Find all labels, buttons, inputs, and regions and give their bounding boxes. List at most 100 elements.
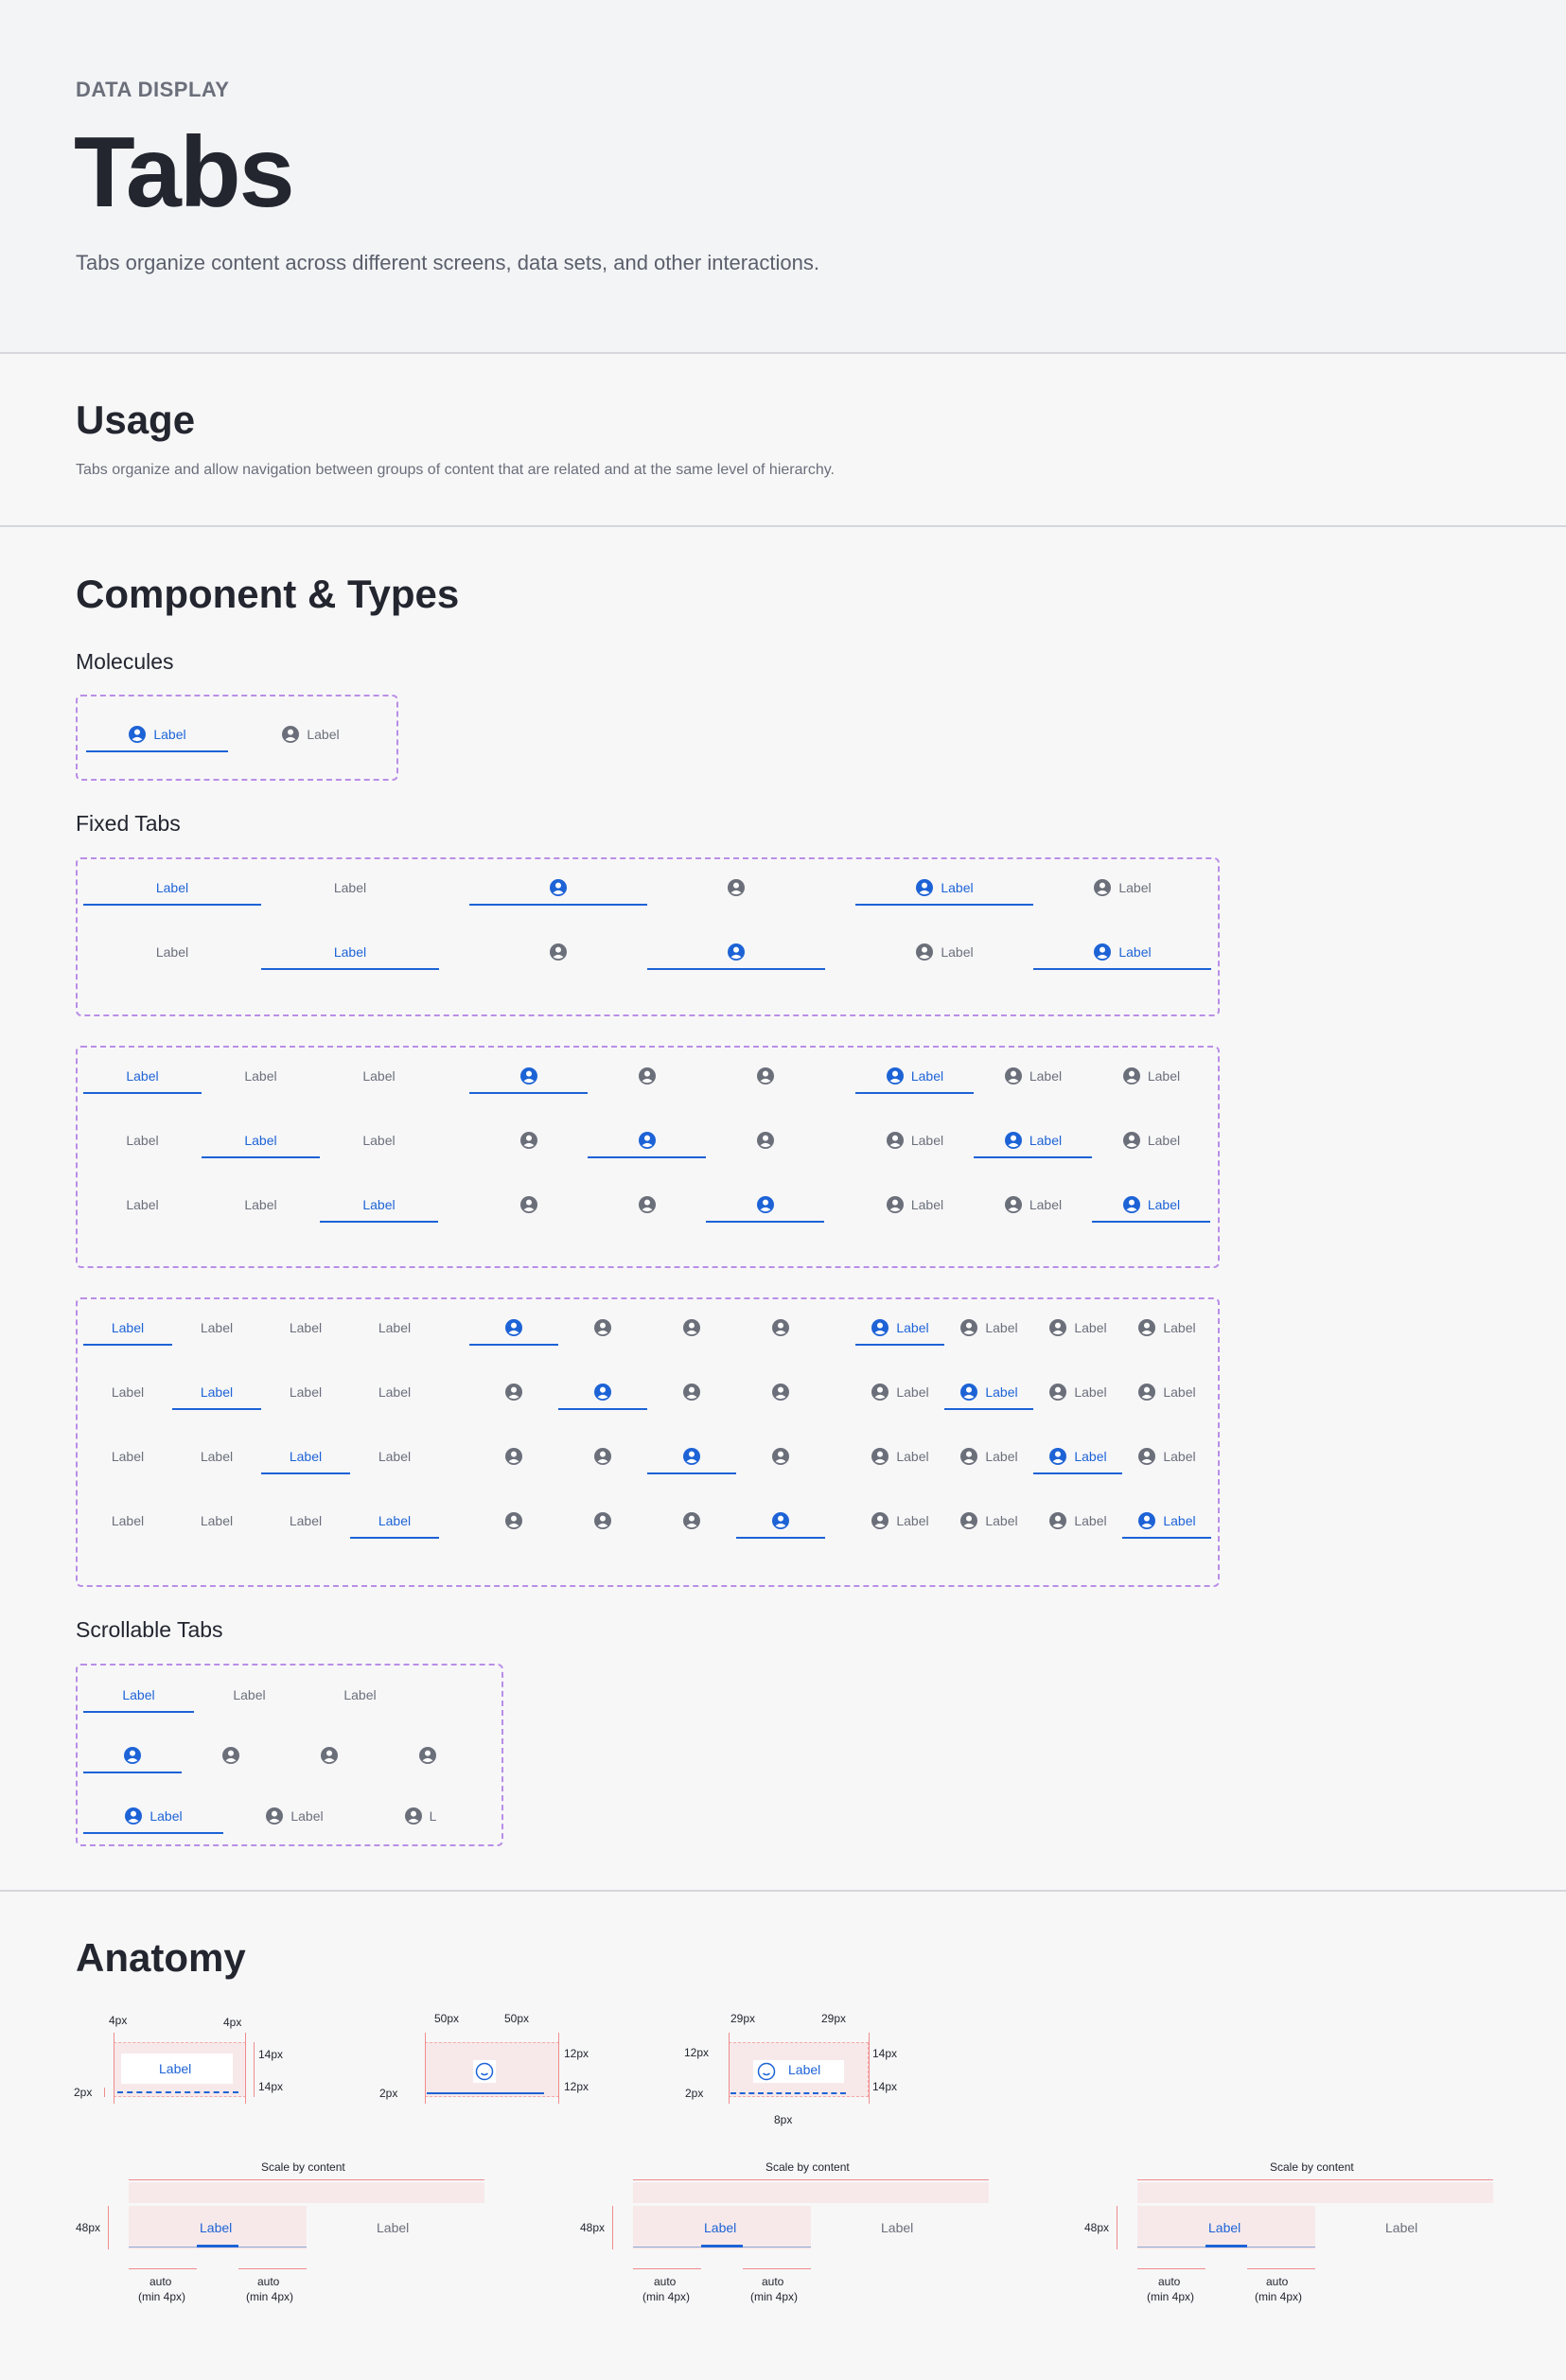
tab[interactable] bbox=[558, 1505, 647, 1537]
tab[interactable] bbox=[647, 936, 825, 970]
tab[interactable]: Label bbox=[855, 1124, 974, 1156]
tab[interactable] bbox=[182, 1739, 280, 1772]
tab[interactable]: Label bbox=[320, 1060, 438, 1092]
tab[interactable] bbox=[706, 1124, 824, 1156]
tab[interactable]: Label bbox=[320, 1124, 438, 1156]
tab[interactable] bbox=[469, 1189, 588, 1221]
tab[interactable]: Label bbox=[83, 936, 261, 968]
tab[interactable] bbox=[588, 1124, 706, 1158]
tab[interactable]: Label bbox=[202, 1124, 320, 1158]
tab[interactable]: Label bbox=[855, 936, 1033, 968]
tab[interactable]: Label bbox=[855, 1312, 944, 1346]
tab[interactable]: Label bbox=[261, 936, 439, 970]
tab[interactable]: Label bbox=[855, 1376, 944, 1408]
tab[interactable] bbox=[469, 1376, 558, 1408]
tab[interactable] bbox=[588, 1060, 706, 1092]
tab[interactable]: Label bbox=[172, 1312, 261, 1344]
tab[interactable]: Label bbox=[83, 1440, 172, 1472]
tab[interactable]: Label bbox=[350, 1440, 439, 1472]
tab[interactable]: Label bbox=[83, 1124, 202, 1156]
tab[interactable]: Label bbox=[944, 1440, 1033, 1472]
tab[interactable]: Label bbox=[855, 1060, 974, 1094]
tab[interactable]: Label bbox=[83, 1312, 172, 1346]
tab[interactable] bbox=[280, 1739, 378, 1772]
tab[interactable] bbox=[736, 1505, 825, 1539]
tab[interactable]: Label bbox=[855, 872, 1033, 906]
tab[interactable]: Label bbox=[83, 1189, 202, 1221]
tab[interactable] bbox=[469, 936, 647, 968]
tab[interactable]: Label bbox=[172, 1505, 261, 1537]
tab[interactable]: Label bbox=[83, 1376, 172, 1408]
tab[interactable] bbox=[647, 1376, 736, 1408]
tab[interactable]: Label bbox=[350, 1376, 439, 1408]
tab[interactable]: Label bbox=[194, 1679, 305, 1711]
tab[interactable]: Label bbox=[1092, 1124, 1210, 1156]
tab[interactable]: Label bbox=[944, 1376, 1033, 1410]
tab[interactable] bbox=[706, 1060, 824, 1092]
tab[interactable]: Label bbox=[86, 718, 228, 752]
tab[interactable] bbox=[558, 1312, 647, 1344]
tab[interactable]: Label bbox=[1033, 1312, 1122, 1344]
tab[interactable] bbox=[647, 1505, 736, 1537]
tab[interactable]: Label bbox=[1033, 1505, 1122, 1537]
tab[interactable]: Label bbox=[350, 1505, 439, 1539]
tab[interactable] bbox=[706, 1189, 824, 1223]
tab[interactable] bbox=[469, 1060, 588, 1094]
tab[interactable] bbox=[469, 1124, 588, 1156]
tab[interactable]: Label bbox=[83, 872, 261, 906]
tab[interactable]: Label bbox=[1122, 1505, 1211, 1539]
tab[interactable] bbox=[469, 1312, 558, 1346]
tab[interactable]: Label bbox=[261, 1376, 350, 1408]
tab[interactable] bbox=[588, 1189, 706, 1221]
tab[interactable] bbox=[558, 1440, 647, 1472]
tab[interactable]: Label bbox=[231, 1800, 358, 1832]
tab[interactable] bbox=[647, 1312, 736, 1344]
tab[interactable]: Label bbox=[261, 1312, 350, 1344]
tab[interactable]: Label bbox=[1092, 1189, 1210, 1223]
tab[interactable]: Label bbox=[1033, 872, 1211, 904]
tab[interactable] bbox=[736, 1376, 825, 1408]
tab[interactable]: Label bbox=[261, 872, 439, 904]
tab[interactable]: Label bbox=[974, 1060, 1092, 1092]
tab[interactable]: Label bbox=[261, 1505, 350, 1537]
tab[interactable]: Label bbox=[202, 1060, 320, 1092]
tab[interactable] bbox=[736, 1312, 825, 1344]
tab[interactable] bbox=[647, 1440, 736, 1474]
tab[interactable]: Label bbox=[305, 1679, 415, 1711]
tab[interactable]: Label bbox=[855, 1189, 974, 1221]
tab[interactable]: Label bbox=[944, 1312, 1033, 1344]
tab[interactable]: Label bbox=[172, 1376, 261, 1410]
tab[interactable]: Label bbox=[83, 1060, 202, 1094]
tab[interactable]: Label bbox=[83, 1679, 194, 1713]
tab[interactable]: Label bbox=[1092, 1060, 1210, 1092]
tab[interactable] bbox=[378, 1739, 477, 1772]
tab[interactable]: Label bbox=[974, 1124, 1092, 1158]
tab[interactable]: Label bbox=[1122, 1312, 1211, 1344]
tab[interactable] bbox=[469, 1440, 558, 1472]
tab[interactable]: Label bbox=[974, 1189, 1092, 1221]
tab[interactable]: Label bbox=[83, 1800, 223, 1834]
tab[interactable]: Label bbox=[320, 1189, 438, 1223]
tab[interactable]: Label bbox=[855, 1440, 944, 1472]
tab[interactable] bbox=[558, 1376, 647, 1410]
spec-scale-line bbox=[1137, 2179, 1493, 2180]
tab[interactable]: Label bbox=[261, 1440, 350, 1474]
tab[interactable]: Label bbox=[1033, 1376, 1122, 1408]
tab[interactable]: Label bbox=[855, 1505, 944, 1537]
tab[interactable]: Label bbox=[202, 1189, 320, 1221]
tab[interactable]: Label bbox=[350, 1312, 439, 1344]
tab[interactable] bbox=[469, 872, 647, 906]
tab[interactable]: L bbox=[397, 1800, 443, 1832]
tab[interactable]: Label bbox=[172, 1440, 261, 1472]
tab[interactable] bbox=[83, 1739, 182, 1773]
tab[interactable] bbox=[736, 1440, 825, 1472]
tab[interactable]: Label bbox=[1033, 1440, 1122, 1474]
tab[interactable]: Label bbox=[239, 718, 381, 750]
tab[interactable]: Label bbox=[1122, 1440, 1211, 1472]
tab[interactable]: Label bbox=[83, 1505, 172, 1537]
tab[interactable] bbox=[647, 872, 825, 904]
tab[interactable]: Label bbox=[944, 1505, 1033, 1537]
tab[interactable]: Label bbox=[1033, 936, 1211, 970]
tab[interactable]: Label bbox=[1122, 1376, 1211, 1408]
tab[interactable] bbox=[469, 1505, 558, 1537]
